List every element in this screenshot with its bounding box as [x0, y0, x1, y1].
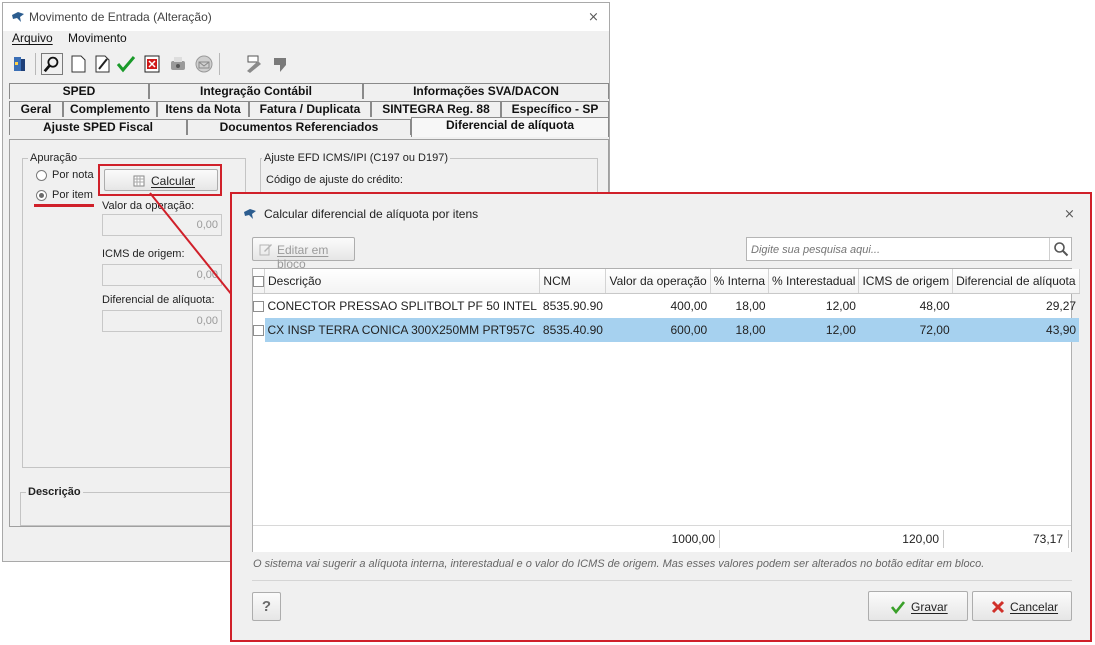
select-all-checkbox[interactable]	[253, 276, 264, 288]
items-grid: Descrição NCM Valor da operação % Intern…	[252, 268, 1080, 552]
calcular-diferencial-dialog: Calcular diferencial de alíquota por ite…	[230, 192, 1092, 642]
info-note: O sistema vai sugerir a alíquota interna…	[253, 558, 985, 570]
gravar-label: Gravar	[911, 600, 948, 614]
editar-em-bloco-label: Editar em bloco	[277, 243, 329, 271]
column-descricao[interactable]: Descrição	[264, 269, 541, 294]
cell-interestadual: 12,00	[825, 299, 856, 313]
cell-diferencial: 29,27	[1046, 299, 1077, 313]
row-checkbox-cell	[253, 294, 265, 319]
cell-valor: 400,00	[670, 299, 708, 313]
column-icms-origem[interactable]: ICMS de origem	[858, 269, 954, 294]
row-checkbox[interactable]	[253, 325, 265, 337]
row-checkbox-cell	[253, 318, 265, 342]
check-icon	[891, 601, 905, 614]
table-row[interactable]: CX INSP TERRA CONICA 300X250MM PRT957C 8…	[253, 318, 1080, 342]
cell-descricao: CX INSP TERRA CONICA 300X250MM PRT957C	[264, 318, 540, 342]
select-all-header	[253, 269, 265, 294]
dialog-close-icon[interactable]: ⨯	[1064, 206, 1075, 222]
cell-valor: 600,00	[605, 318, 711, 342]
search-icon[interactable]	[1053, 241, 1069, 257]
cell-icms-origem: 72,00	[858, 318, 953, 342]
cell-interna: 18,00	[735, 299, 766, 313]
app-logo-icon	[244, 209, 256, 219]
dialog-title: Calcular diferencial de alíquota por ite…	[264, 207, 479, 221]
items-table: Descrição NCM Valor da operação % Intern…	[253, 269, 1080, 342]
edit-icon	[259, 244, 272, 256]
total-diferencial: 73,17	[1032, 532, 1063, 546]
cell-ncm: 8535.90.90	[542, 299, 603, 313]
search-box	[746, 237, 1072, 261]
search-input[interactable]	[749, 240, 1049, 260]
divider	[252, 580, 1072, 581]
column-interna[interactable]: % Interna	[710, 269, 770, 294]
cell-ncm: 8535.40.90	[539, 318, 606, 342]
column-valor-operacao[interactable]: Valor da operação	[605, 269, 711, 294]
table-row[interactable]: CONECTOR PRESSAO SPLITBOLT PF 50 INTEL 8…	[253, 294, 1079, 319]
total-icms-origem: 120,00	[902, 532, 939, 546]
table-header: Descrição NCM Valor da operação % Intern…	[253, 269, 1080, 294]
row-checkbox[interactable]	[253, 301, 265, 313]
column-diferencial[interactable]: Diferencial de alíquota	[952, 269, 1080, 294]
cell-interna: 18,00	[710, 318, 769, 342]
cell-interestadual: 12,00	[768, 318, 859, 342]
cell-diferencial: 43,90	[952, 318, 1080, 342]
column-interestadual[interactable]: % Interestadual	[768, 269, 860, 294]
editar-em-bloco-button[interactable]: Editar em bloco	[252, 237, 355, 271]
totals-row: 1000,00 120,00 73,17	[253, 525, 1071, 552]
cancel-icon	[991, 600, 1005, 614]
gravar-button[interactable]: Gravar	[868, 591, 968, 621]
cell-descricao: CONECTOR PRESSAO SPLITBOLT PF 50 INTEL	[267, 299, 537, 313]
column-ncm[interactable]: NCM	[539, 269, 607, 294]
cell-icms-origem: 48,00	[919, 299, 950, 313]
cancelar-button[interactable]: Cancelar	[972, 591, 1072, 621]
total-valor: 1000,00	[671, 532, 715, 546]
help-button[interactable]: ?	[252, 592, 281, 621]
cancelar-label: Cancelar	[1010, 600, 1059, 614]
